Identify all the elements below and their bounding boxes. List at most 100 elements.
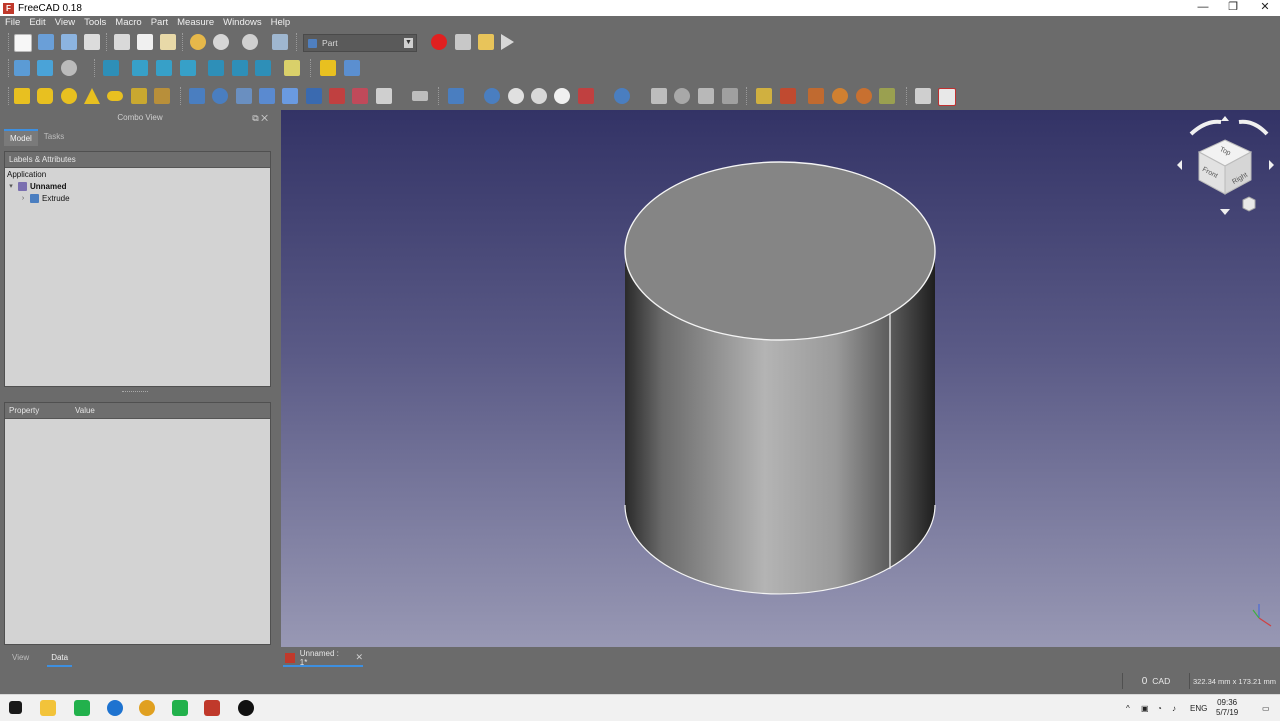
workbench-selector[interactable]: Part ▼	[303, 34, 417, 52]
menu-help[interactable]: Help	[266, 17, 295, 28]
measure-angular-icon[interactable]	[780, 88, 796, 104]
tab-model[interactable]: Model	[4, 129, 38, 146]
tab-data[interactable]: Data	[47, 650, 73, 667]
wifi-icon[interactable]: ◔	[1157, 695, 1162, 721]
grid-icon[interactable]	[915, 88, 931, 104]
menu-part[interactable]: Part	[146, 17, 172, 28]
macro-record-icon[interactable]	[431, 34, 447, 50]
create-group-icon[interactable]	[344, 60, 360, 76]
undo-icon[interactable]	[190, 34, 206, 50]
property-column[interactable]: Property	[5, 406, 71, 415]
toolbar-handle[interactable]	[8, 59, 11, 77]
tree-item-document[interactable]: ▾ Unnamed	[5, 180, 270, 192]
panel-splitter[interactable]	[122, 391, 148, 395]
fit-all-icon[interactable]	[14, 60, 30, 76]
menu-edit[interactable]: Edit	[24, 17, 49, 28]
measure-toggle-icon[interactable]	[856, 88, 872, 104]
make-face-icon[interactable]	[306, 88, 322, 104]
mirror-icon[interactable]	[236, 88, 252, 104]
menu-macro[interactable]: Macro	[110, 17, 145, 28]
close-button[interactable]: ✕	[1250, 0, 1280, 16]
join-features-icon[interactable]	[614, 88, 630, 104]
fillet-icon[interactable]	[259, 88, 275, 104]
chevron-right-icon[interactable]: ›	[19, 195, 27, 202]
check-geometry-icon[interactable]	[651, 88, 667, 104]
print-icon[interactable]	[84, 34, 100, 50]
extrude-icon[interactable]	[189, 88, 205, 104]
new-document-icon[interactable]	[14, 34, 32, 52]
line-app-icon-2[interactable]	[172, 700, 188, 716]
rotate-left-icon[interactable]	[1177, 160, 1182, 170]
cylinder-icon[interactable]	[37, 88, 53, 104]
line-app-icon[interactable]	[74, 700, 90, 716]
cube-icon[interactable]	[14, 88, 30, 104]
offset-icon[interactable]	[412, 91, 428, 101]
ruled-surface-icon[interactable]	[329, 88, 345, 104]
bottom-view-icon[interactable]	[232, 60, 248, 76]
front-view-icon[interactable]	[132, 60, 148, 76]
start-icon[interactable]	[9, 701, 22, 714]
create-part-icon[interactable]	[320, 60, 336, 76]
recorder-icon[interactable]	[238, 700, 254, 716]
minimize-button[interactable]: —	[1188, 0, 1218, 16]
sweep-icon[interactable]	[376, 88, 392, 104]
open-document-icon[interactable]	[38, 34, 54, 50]
menu-file[interactable]: File	[0, 17, 24, 28]
chevron-down-icon[interactable]: ▾	[7, 182, 15, 190]
document-tab[interactable]: Unnamed : 1* ✕	[283, 649, 363, 667]
draw-style-icon[interactable]	[61, 60, 77, 76]
file-explorer-icon[interactable]	[40, 700, 56, 716]
rear-view-icon[interactable]	[208, 60, 224, 76]
shape-builder-icon[interactable]	[154, 88, 170, 104]
boolean-icon[interactable]	[484, 88, 500, 104]
loft-icon[interactable]	[352, 88, 368, 104]
cut-icon[interactable]	[114, 34, 130, 50]
rotate-up-icon[interactable]	[1221, 116, 1229, 121]
save-document-icon[interactable]	[61, 34, 77, 50]
chrome-icon[interactable]	[139, 700, 155, 716]
torus-icon[interactable]	[107, 91, 123, 101]
navcube-menu-icon[interactable]	[1242, 196, 1256, 212]
revolve-icon[interactable]	[212, 88, 228, 104]
macro-edit-icon[interactable]	[478, 34, 494, 50]
isometric-view-icon[interactable]	[103, 60, 119, 76]
sphere-icon[interactable]	[61, 88, 77, 104]
tray-chevron-icon[interactable]: ^	[1126, 695, 1130, 721]
menu-tools[interactable]: Tools	[79, 17, 110, 28]
rotate-down-icon[interactable]	[1220, 209, 1230, 215]
notification-icon[interactable]: ▭	[1262, 695, 1270, 721]
attachment-icon[interactable]	[938, 88, 956, 106]
chamfer-icon[interactable]	[282, 88, 298, 104]
left-view-icon[interactable]	[255, 60, 271, 76]
macro-stop-icon[interactable]	[455, 34, 471, 50]
navigation-cube[interactable]: Top Front Right	[1177, 116, 1274, 215]
network-icon[interactable]: ▣	[1141, 695, 1149, 721]
close-icon[interactable]: ✕	[355, 652, 363, 663]
thickness-icon[interactable]	[698, 88, 714, 104]
freecad-taskbar-icon[interactable]	[204, 700, 220, 716]
copy-icon[interactable]	[137, 34, 153, 50]
extrude-cylinder[interactable]	[624, 161, 936, 595]
value-column[interactable]: Value	[71, 406, 95, 415]
measure-distance-icon[interactable]	[284, 60, 300, 76]
cut-boolean-icon[interactable]	[508, 88, 524, 104]
measure-linear-icon[interactable]	[756, 88, 772, 104]
3d-viewport[interactable]: Top Front Right	[281, 110, 1280, 647]
language-indicator[interactable]: ENG	[1190, 695, 1207, 721]
right-view-icon[interactable]	[180, 60, 196, 76]
cone-icon[interactable]	[84, 88, 100, 104]
measure-refresh-icon[interactable]	[808, 88, 824, 104]
navigation-style-button[interactable]: 0 CAD	[1122, 673, 1190, 689]
compound-tools-icon[interactable]	[448, 88, 464, 104]
edge-icon[interactable]	[107, 700, 123, 716]
measure-clear-icon[interactable]	[832, 88, 848, 104]
paste-icon[interactable]	[160, 34, 176, 50]
common-icon[interactable]	[554, 88, 570, 104]
defeaturing-icon[interactable]	[674, 88, 690, 104]
measure-3d-icon[interactable]	[879, 88, 895, 104]
tree-item-extrude[interactable]: › Extrude	[5, 192, 270, 204]
refresh-icon[interactable]	[242, 34, 258, 50]
tab-tasks[interactable]: Tasks	[38, 129, 70, 146]
section-icon[interactable]	[578, 88, 594, 104]
projection-icon[interactable]	[722, 88, 738, 104]
